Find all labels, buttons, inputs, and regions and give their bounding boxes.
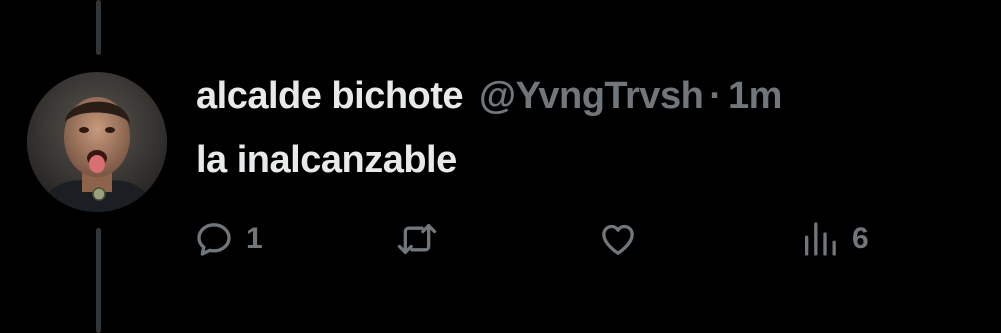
tweet-header: alcalde bichote @YvngTrvsh · 1m — [196, 70, 782, 122]
tweet-text: la inalcanzable — [196, 139, 457, 181]
reply-icon — [194, 219, 234, 259]
views-icon — [800, 219, 840, 259]
action-bar: 1 6 — [0, 214, 1001, 264]
views-button[interactable]: 6 — [800, 214, 869, 264]
views-count: 6 — [852, 222, 869, 255]
user-handle[interactable]: @YvngTrvsh — [479, 70, 704, 122]
reply-count: 1 — [246, 222, 263, 255]
like-button[interactable] — [597, 214, 639, 264]
avatar-image — [27, 72, 167, 212]
timestamp[interactable]: 1m — [728, 70, 782, 122]
display-name[interactable]: alcalde bichote — [196, 70, 464, 122]
repost-icon — [395, 219, 439, 259]
thread-line-top — [96, 0, 101, 55]
heart-icon — [597, 219, 639, 259]
separator-dot: · — [709, 75, 722, 117]
repost-button[interactable] — [395, 214, 439, 264]
reply-button[interactable]: 1 — [194, 214, 263, 264]
avatar[interactable] — [27, 72, 167, 212]
